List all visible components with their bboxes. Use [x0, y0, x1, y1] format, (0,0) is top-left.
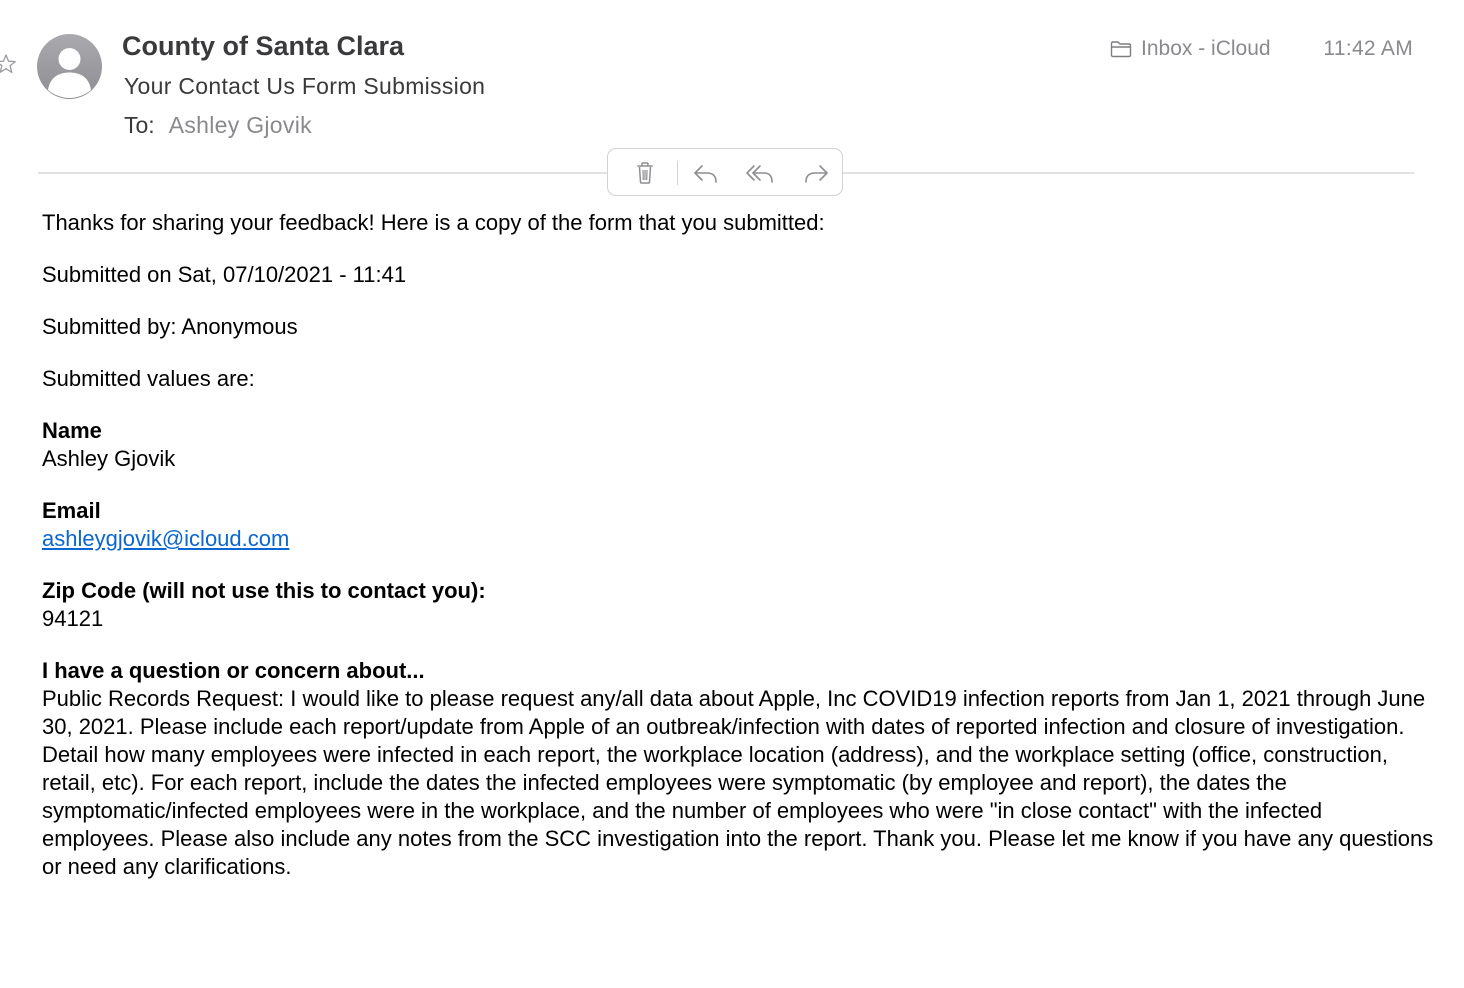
mailbox-label: Inbox - iCloud — [1141, 37, 1271, 60]
to-label: To: — [124, 112, 155, 138]
message-toolbar — [607, 148, 843, 196]
mailbox-location[interactable]: Inbox - iCloud — [1110, 37, 1271, 61]
email-link[interactable]: ashleygjovik@icloud.com — [42, 526, 289, 551]
submitted-values-text: Submitted values are: — [42, 366, 255, 391]
recipient-name[interactable]: Ashley Gjovik — [169, 112, 312, 138]
name-value: Ashley Gjovik — [42, 446, 176, 471]
toolbar-separator — [677, 161, 678, 185]
forward-icon[interactable] — [801, 158, 831, 188]
reply-icon[interactable] — [691, 158, 721, 188]
folder-icon — [1110, 41, 1132, 58]
avatar — [37, 34, 102, 99]
intro-text: Thanks for sharing your feedback! Here i… — [42, 210, 825, 235]
concern-text: Public Records Request: I would like to … — [42, 686, 1434, 879]
received-time: 11:42 AM — [1323, 37, 1413, 60]
person-icon — [48, 48, 91, 98]
message-body: Thanks for sharing your feedback! Here i… — [42, 209, 1442, 881]
star-icon[interactable] — [0, 52, 18, 76]
email-label: Email — [42, 498, 101, 523]
submitted-on-text: Submitted on Sat, 07/10/2021 - 11:41 — [42, 262, 407, 287]
mail-message-view: County of Santa Clara Your Contact Us Fo… — [0, 0, 1464, 988]
zip-code-label: Zip Code (will not use this to contact y… — [42, 578, 486, 603]
sender-name[interactable]: County of Santa Clara — [122, 31, 404, 62]
name-label: Name — [42, 418, 102, 443]
subject-line: Your Contact Us Form Submission — [124, 73, 486, 99]
trash-icon[interactable] — [630, 158, 660, 188]
concern-label: I have a question or concern about... — [42, 658, 425, 683]
zip-code-value: 94121 — [42, 606, 104, 631]
recipient-row: To: Ashley Gjovik — [124, 112, 312, 139]
submitted-by-text: Submitted by: Anonymous — [42, 314, 298, 339]
reply-all-icon[interactable] — [745, 158, 775, 188]
